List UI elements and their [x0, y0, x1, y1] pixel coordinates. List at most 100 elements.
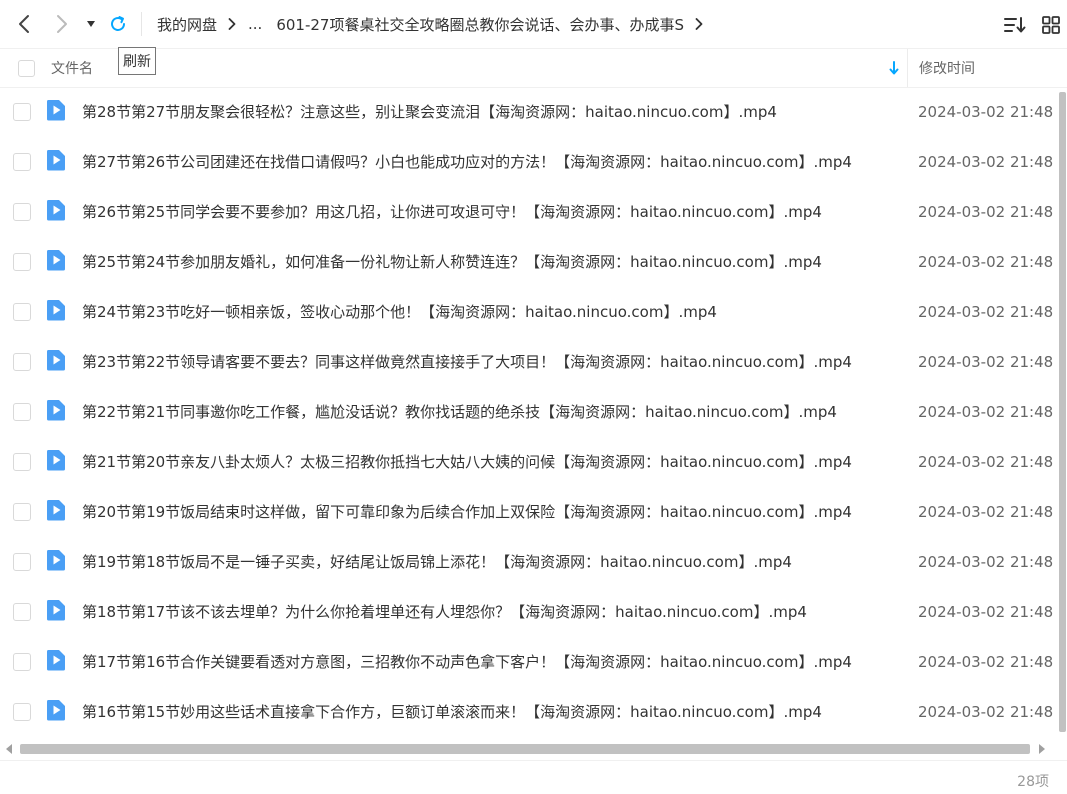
file-checkbox[interactable]	[13, 503, 31, 521]
arrow-down-icon	[889, 61, 899, 75]
back-button[interactable]	[12, 12, 36, 36]
file-checkbox[interactable]	[13, 103, 31, 121]
file-checkbox[interactable]	[13, 403, 31, 421]
sort-direction-button[interactable]	[887, 59, 901, 77]
chevron-right-icon	[695, 18, 703, 30]
file-name[interactable]: 第25节第24节参加朋友婚礼，如何准备一份礼物让新人称赞连连？【海淘资源网：ha…	[82, 237, 892, 287]
file-row[interactable]: 第28节第27节朋友聚会很轻松？注意这些，别让聚会变流泪【海淘资源网：haita…	[0, 87, 1058, 137]
vertical-scrollbar-thumb[interactable]	[1059, 92, 1066, 732]
file-row[interactable]: 第24节第23节吃好一顿相亲饭，签收心动那个他！【海淘资源网：haitao.ni…	[0, 287, 1058, 337]
select-all-checkbox[interactable]	[18, 60, 35, 77]
horizontal-scrollbar-thumb[interactable]	[20, 744, 1030, 754]
history-dropdown-button[interactable]	[80, 12, 102, 36]
file-name[interactable]: 第22节第21节同事邀你吃工作餐，尴尬没话说？教你找话题的绝杀技【海淘资源网：h…	[82, 387, 892, 437]
file-checkbox[interactable]	[13, 253, 31, 271]
video-file-icon	[46, 100, 65, 121]
video-file-icon	[46, 300, 65, 321]
file-row[interactable]: 第19节第18节饭局不是一锤子买卖，好结尾让饭局锦上添花！【海淘资源网：hait…	[0, 537, 1058, 587]
video-file-icon	[46, 700, 65, 721]
file-modified-time: 2024-03-02 21:48	[918, 153, 1054, 171]
video-file-icon	[46, 550, 65, 571]
refresh-button[interactable]	[106, 12, 130, 36]
file-row[interactable]: 第22节第21节同事邀你吃工作餐，尴尬没话说？教你找话题的绝杀技【海淘资源网：h…	[0, 387, 1058, 437]
file-name[interactable]: 第20节第19节饭局结束时这样做，留下可靠印象为后续合作加上双保险【海淘资源网：…	[82, 487, 892, 537]
file-row[interactable]: 第18节第17节该不该去埋单？为什么你抢着埋单还有人埋怨你？【海淘资源网：hai…	[0, 587, 1058, 637]
scroll-left-button[interactable]	[3, 743, 15, 755]
list-header: 文件名 修改时间	[0, 48, 1067, 88]
chevron-left-icon	[19, 15, 29, 33]
column-header-name[interactable]: 文件名	[51, 49, 93, 87]
file-checkbox[interactable]	[13, 653, 31, 671]
file-checkbox[interactable]	[13, 153, 31, 171]
file-name[interactable]: 第27节第26节公司团建还在找借口请假吗？小白也能成功应对的方法！【海淘资源网：…	[82, 137, 892, 187]
file-row[interactable]: 第20节第19节饭局结束时这样做，留下可靠印象为后续合作加上双保险【海淘资源网：…	[0, 487, 1058, 537]
file-row[interactable]: 第17节第16节合作关键要看透对方意图，三招教你不动声色拿下客户！【海淘资源网：…	[0, 637, 1058, 687]
horizontal-scrollbar[interactable]	[0, 740, 1058, 758]
file-checkbox[interactable]	[13, 603, 31, 621]
column-divider[interactable]	[907, 49, 908, 87]
file-modified-time: 2024-03-02 21:48	[918, 303, 1054, 321]
sort-list-icon	[1004, 17, 1026, 33]
file-modified-time: 2024-03-02 21:48	[918, 103, 1054, 121]
file-name[interactable]: 第28节第27节朋友聚会很轻松？注意这些，别让聚会变流泪【海淘资源网：haita…	[82, 87, 892, 137]
video-file-icon	[46, 450, 65, 471]
file-modified-time: 2024-03-02 21:48	[918, 603, 1054, 621]
file-name[interactable]: 第23节第22节领导请客要不要去？同事这样做竟然直接接手了大项目！【海淘资源网：…	[82, 337, 892, 387]
grid-view-button[interactable]	[1040, 14, 1062, 36]
video-file-icon	[46, 150, 65, 171]
file-modified-time: 2024-03-02 21:48	[918, 203, 1054, 221]
file-checkbox[interactable]	[13, 353, 31, 371]
video-file-icon	[46, 400, 65, 421]
breadcrumb-ellipsis[interactable]: ...	[248, 15, 262, 33]
file-row[interactable]: 第16节第15节妙用这些话术直接拿下合作方，巨额订单滚滚而来！【海淘资源网：ha…	[0, 687, 1058, 737]
scroll-right-button[interactable]	[1036, 743, 1048, 755]
file-checkbox[interactable]	[13, 553, 31, 571]
forward-button[interactable]	[50, 12, 74, 36]
triangle-right-icon	[1039, 744, 1045, 754]
file-row[interactable]: 第25节第24节参加朋友婚礼，如何准备一份礼物让新人称赞连连？【海淘资源网：ha…	[0, 237, 1058, 287]
column-header-modified[interactable]: 修改时间	[919, 49, 975, 87]
file-row[interactable]: 第27节第26节公司团建还在找借口请假吗？小白也能成功应对的方法！【海淘资源网：…	[0, 137, 1058, 187]
video-file-icon	[46, 500, 65, 521]
file-modified-time: 2024-03-02 21:48	[918, 553, 1054, 571]
status-bar: 28项	[0, 760, 1067, 794]
file-modified-time: 2024-03-02 21:48	[918, 703, 1054, 721]
file-modified-time: 2024-03-02 21:48	[918, 453, 1054, 471]
toolbar-divider	[141, 12, 142, 36]
chevron-right-icon	[57, 15, 67, 33]
breadcrumb-root[interactable]: 我的网盘	[157, 14, 217, 35]
vertical-scrollbar[interactable]	[1058, 88, 1067, 740]
file-name[interactable]: 第19节第18节饭局不是一锤子买卖，好结尾让饭局锦上添花！【海淘资源网：hait…	[82, 537, 892, 587]
file-modified-time: 2024-03-02 21:48	[918, 353, 1054, 371]
sort-button[interactable]	[1004, 14, 1026, 36]
item-count: 28项	[1017, 774, 1049, 790]
file-name[interactable]: 第18节第17节该不该去埋单？为什么你抢着埋单还有人埋怨你？【海淘资源网：hai…	[82, 587, 892, 637]
file-name[interactable]: 第24节第23节吃好一顿相亲饭，签收心动那个他！【海淘资源网：haitao.ni…	[82, 287, 892, 337]
video-file-icon	[46, 200, 65, 221]
file-list: 第28节第27节朋友聚会很轻松？注意这些，别让聚会变流泪【海淘资源网：haita…	[0, 87, 1058, 737]
file-checkbox[interactable]	[13, 303, 31, 321]
video-file-icon	[46, 350, 65, 371]
file-row[interactable]: 第26节第25节同学会要不要参加？用这几招，让你进可攻退可守！【海淘资源网：ha…	[0, 187, 1058, 237]
breadcrumb-current[interactable]: 601-27项餐桌社交全攻略圈总教你会说话、会办事、办成事S	[276, 14, 684, 35]
refresh-tooltip: 刷新	[118, 47, 156, 75]
file-row[interactable]: 第21节第20节亲友八卦太烦人？太极三招教你抵挡七大姑八大姨的问候【海淘资源网：…	[0, 437, 1058, 487]
file-name[interactable]: 第17节第16节合作关键要看透对方意图，三招教你不动声色拿下客户！【海淘资源网：…	[82, 637, 892, 687]
triangle-left-icon	[6, 744, 12, 754]
breadcrumb: 我的网盘 ... 601-27项餐桌社交全攻略圈总教你会说话、会办事、办成事S	[157, 0, 715, 48]
caret-down-icon	[87, 21, 95, 27]
file-name[interactable]: 第26节第25节同学会要不要参加？用这几招，让你进可攻退可守！【海淘资源网：ha…	[82, 187, 892, 237]
chevron-right-icon	[228, 18, 236, 30]
file-name[interactable]: 第21节第20节亲友八卦太烦人？太极三招教你抵挡七大姑八大姨的问候【海淘资源网：…	[82, 437, 892, 487]
grid-view-icon	[1042, 16, 1060, 34]
file-modified-time: 2024-03-02 21:48	[918, 653, 1054, 671]
video-file-icon	[46, 250, 65, 271]
file-checkbox[interactable]	[13, 203, 31, 221]
file-row[interactable]: 第23节第22节领导请客要不要去？同事这样做竟然直接接手了大项目！【海淘资源网：…	[0, 337, 1058, 387]
toolbar: 我的网盘 ... 601-27项餐桌社交全攻略圈总教你会说话、会办事、办成事S	[0, 0, 1067, 48]
file-checkbox[interactable]	[13, 703, 31, 721]
refresh-icon	[111, 16, 125, 31]
file-checkbox[interactable]	[13, 453, 31, 471]
video-file-icon	[46, 650, 65, 671]
file-name[interactable]: 第16节第15节妙用这些话术直接拿下合作方，巨额订单滚滚而来！【海淘资源网：ha…	[82, 687, 892, 737]
